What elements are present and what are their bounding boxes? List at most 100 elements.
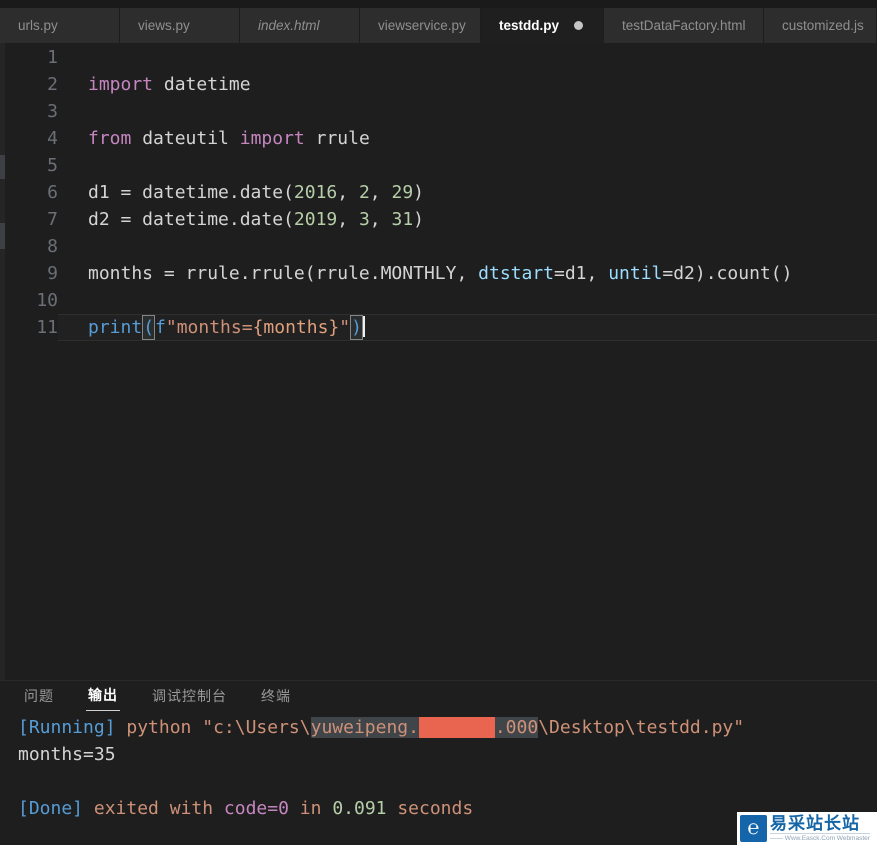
code-token: code=0 bbox=[223, 798, 289, 819]
line-content: from dateutil import rrule bbox=[58, 125, 877, 152]
output-line-3 bbox=[18, 768, 877, 795]
code-area: 1 2 import datetime 3 4 from dateutil import … bbox=[0, 43, 877, 341]
tab-index.html[interactable]: index.html bbox=[240, 8, 360, 43]
tab-label: customized.js bbox=[782, 18, 864, 33]
code-token: "months= bbox=[165, 317, 253, 338]
line-content bbox=[58, 44, 877, 71]
code-token: \Desktop\testdd.py" bbox=[538, 717, 745, 738]
code-line-2[interactable]: 2 import datetime bbox=[0, 71, 877, 98]
code-token: =d2).count() bbox=[662, 263, 793, 284]
line-number: 6 bbox=[47, 182, 58, 203]
code-token: 2 bbox=[358, 182, 370, 203]
tab-testDataFactory.html[interactable]: testDataFactory.html bbox=[604, 8, 764, 43]
code-token: f bbox=[155, 317, 166, 338]
code-line-11[interactable]: 11 print(f"months={months}") bbox=[0, 314, 877, 341]
tab-viewservice.py[interactable]: viewservice.py bbox=[360, 8, 481, 43]
code-token: , bbox=[337, 182, 359, 203]
line-content bbox=[58, 287, 877, 314]
panel-tab-输出[interactable]: 输出 bbox=[86, 681, 120, 711]
code-line-1[interactable]: 1 bbox=[0, 44, 877, 71]
tab-customized.js[interactable]: customized.js bbox=[764, 8, 877, 43]
code-line-6[interactable]: 6 d1 = datetime.date(2016, 2, 29) bbox=[0, 179, 877, 206]
text-cursor bbox=[362, 316, 365, 337]
code-token: [Done] bbox=[18, 798, 84, 819]
titlebar-strip bbox=[0, 0, 877, 8]
tab-label: viewservice.py bbox=[378, 18, 466, 33]
watermark-text: 易采站长站 —— Www.Easck.Com Webmaster bbox=[770, 813, 870, 843]
panel-tab-调试控制台[interactable]: 调试控制台 bbox=[150, 682, 229, 711]
code-line-9[interactable]: 9 months = rrule.rrule(rrule.MONTHLY, dts… bbox=[0, 260, 877, 287]
code-line-8[interactable]: 8 bbox=[0, 233, 877, 260]
code-token: 3 bbox=[358, 209, 370, 230]
code-token: months=35 bbox=[18, 744, 116, 765]
watermark-title: 易采站长站 bbox=[770, 813, 860, 833]
code-token: in bbox=[288, 798, 333, 819]
line-number: 4 bbox=[47, 128, 58, 149]
code-token: import bbox=[88, 74, 154, 95]
code-token: d1 = datetime.date( bbox=[88, 182, 294, 203]
code-token: 0.091 bbox=[332, 798, 387, 819]
easck-logo-icon: ℮ bbox=[740, 815, 767, 842]
code-token: python "c:\Users\ bbox=[126, 717, 311, 738]
line-content: d2 = datetime.date(2019, 3, 31) bbox=[58, 206, 877, 233]
line-number: 3 bbox=[47, 101, 58, 122]
code-token: dtstart bbox=[478, 263, 554, 284]
tab-urls.py[interactable]: urls.py bbox=[0, 8, 120, 43]
code-token: from bbox=[88, 128, 132, 149]
code-token: , bbox=[369, 209, 392, 230]
code-line-3[interactable]: 3 bbox=[0, 98, 877, 125]
code-token: , bbox=[337, 209, 359, 230]
line-content: d1 = datetime.date(2016, 2, 29) bbox=[58, 179, 877, 206]
code-token: 31 bbox=[391, 209, 414, 230]
code-token: , bbox=[369, 182, 392, 203]
line-number: 1 bbox=[47, 47, 58, 68]
code-token: {months} bbox=[252, 317, 340, 338]
edge-mark bbox=[0, 223, 5, 249]
panel-tab-终端[interactable]: 终端 bbox=[259, 682, 293, 711]
code-token: ( bbox=[142, 315, 156, 340]
line-content: print(f"months={months}") bbox=[58, 314, 877, 341]
editor-edge-strip bbox=[0, 43, 5, 680]
code-editor[interactable]: 1 2 import datetime 3 4 from dateutil import … bbox=[0, 43, 877, 680]
code-token: [Running] bbox=[18, 717, 127, 738]
code-token: datetime bbox=[153, 74, 251, 95]
line-content bbox=[58, 98, 877, 125]
line-content bbox=[58, 152, 877, 179]
code-line-10[interactable]: 10 bbox=[0, 287, 877, 314]
tab-views.py[interactable]: views.py bbox=[120, 8, 240, 43]
code-token: .000 bbox=[494, 717, 539, 738]
code-token: 2019 bbox=[293, 209, 338, 230]
code-token: import bbox=[239, 128, 305, 149]
line-content bbox=[58, 233, 877, 260]
tab-label: index.html bbox=[258, 18, 320, 33]
easck-watermark: ℮ 易采站长站 —— Www.Easck.Com Webmaster bbox=[737, 812, 877, 845]
code-token: ) bbox=[413, 209, 425, 230]
code-token: 29 bbox=[391, 182, 414, 203]
tab-label: views.py bbox=[138, 18, 190, 33]
edge-mark bbox=[0, 155, 5, 179]
tab-label: testdd.py bbox=[499, 18, 560, 33]
code-token: ) bbox=[350, 315, 363, 340]
tab-testdd.py[interactable]: testdd.py bbox=[481, 8, 604, 43]
code-line-7[interactable]: 7 d2 = datetime.date(2019, 3, 31) bbox=[0, 206, 877, 233]
line-number: 9 bbox=[47, 263, 58, 284]
panel-tab-问题[interactable]: 问题 bbox=[22, 682, 56, 711]
code-token: exited with bbox=[83, 798, 224, 819]
vscode-window: urls.py views.py index.html viewservice.py t… bbox=[0, 0, 877, 845]
output-line-1: [Running] python "c:\Users\yuweipeng. .0… bbox=[18, 714, 877, 741]
watermark-subtitle: —— Www.Easck.Com Webmaster bbox=[770, 832, 870, 842]
code-line-4[interactable]: 4 from dateutil import rrule bbox=[0, 125, 877, 152]
code-token: 2016 bbox=[293, 182, 338, 203]
tab-label: urls.py bbox=[18, 18, 58, 33]
line-content: months = rrule.rrule(rrule.MONTHLY, dtst… bbox=[58, 260, 877, 287]
code-token: until bbox=[608, 263, 663, 284]
code-token: dateutil bbox=[131, 128, 240, 149]
editor-tab-bar: urls.py views.py index.html viewservice.py t… bbox=[0, 8, 877, 43]
code-token: ) bbox=[413, 182, 425, 203]
line-number: 10 bbox=[36, 290, 58, 311]
line-number: 11 bbox=[36, 317, 58, 338]
line-number: 7 bbox=[47, 209, 58, 230]
code-line-5[interactable]: 5 bbox=[0, 152, 877, 179]
code-token: d2 = datetime.date( bbox=[88, 209, 294, 230]
code-token: rrule bbox=[304, 128, 370, 149]
